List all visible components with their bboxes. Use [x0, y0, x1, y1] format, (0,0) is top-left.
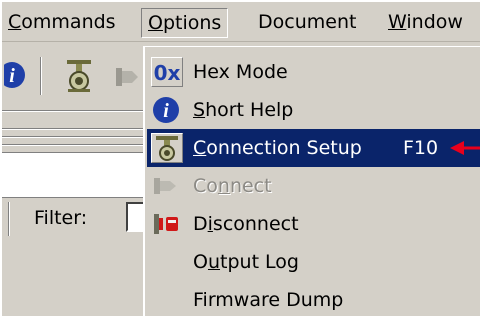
menu-window[interactable]: Window	[388, 8, 463, 38]
menu-item-label: Connection Setup	[193, 137, 362, 159]
menu-item-connection-setup[interactable]: Connection Setup F10	[147, 129, 480, 167]
filter-label: Filter:	[34, 207, 88, 229]
menu-item-firmware-dump[interactable]: Firmware Dump	[147, 281, 480, 316]
menu-item-hex-mode[interactable]: 0x Hex Mode	[147, 53, 480, 91]
application-window: Commands Options Document Window i Filte…	[2, 2, 480, 316]
menu-item-label: Output Log	[193, 251, 299, 273]
menu-item-label: Firmware Dump	[193, 289, 344, 311]
menu-commands[interactable]: Commands	[8, 8, 116, 38]
pointer-arrow-icon	[450, 138, 480, 158]
hex-0x-icon: 0x	[151, 57, 183, 87]
menu-document[interactable]: Document	[258, 8, 356, 38]
menu-item-label: Short Help	[193, 99, 294, 121]
plug-disconnect-icon	[151, 209, 183, 239]
menu-item-short-help[interactable]: i Short Help	[147, 91, 480, 129]
menu-item-label: Hex Mode	[193, 61, 288, 83]
connection-setup-icon	[151, 133, 183, 163]
panel-divider	[2, 136, 152, 138]
toolbar: i	[2, 54, 152, 96]
menu-item-disconnect[interactable]: Disconnect	[147, 205, 480, 243]
menu-item-shortcut: F10	[403, 137, 439, 159]
panel-edge	[8, 202, 10, 236]
toolbar-separator	[40, 57, 42, 95]
output-area[interactable]	[2, 152, 152, 198]
menu-item-label: Connect	[193, 175, 272, 197]
menu-item-output-log[interactable]: Output Log	[147, 243, 480, 281]
svg-text:0x: 0x	[154, 61, 181, 85]
options-menu: 0x Hex Mode i Short Help Connection Setu…	[143, 46, 480, 316]
menu-item-label: Disconnect	[193, 213, 299, 235]
info-icon[interactable]: i	[2, 58, 28, 92]
menu-bar: Commands Options Document Window	[2, 2, 480, 42]
plug-connect-icon	[151, 171, 183, 201]
plug-icon[interactable]	[114, 62, 144, 92]
svg-text:i: i	[163, 100, 169, 122]
connection-setup-icon[interactable]	[62, 56, 96, 94]
svg-text:i: i	[9, 65, 15, 87]
panel-divider	[2, 144, 152, 146]
menu-options[interactable]: Options	[141, 8, 229, 38]
panel-divider	[2, 110, 152, 112]
panel-divider	[2, 128, 152, 130]
menu-item-connect[interactable]: Connect	[147, 167, 480, 205]
info-icon: i	[151, 95, 183, 125]
